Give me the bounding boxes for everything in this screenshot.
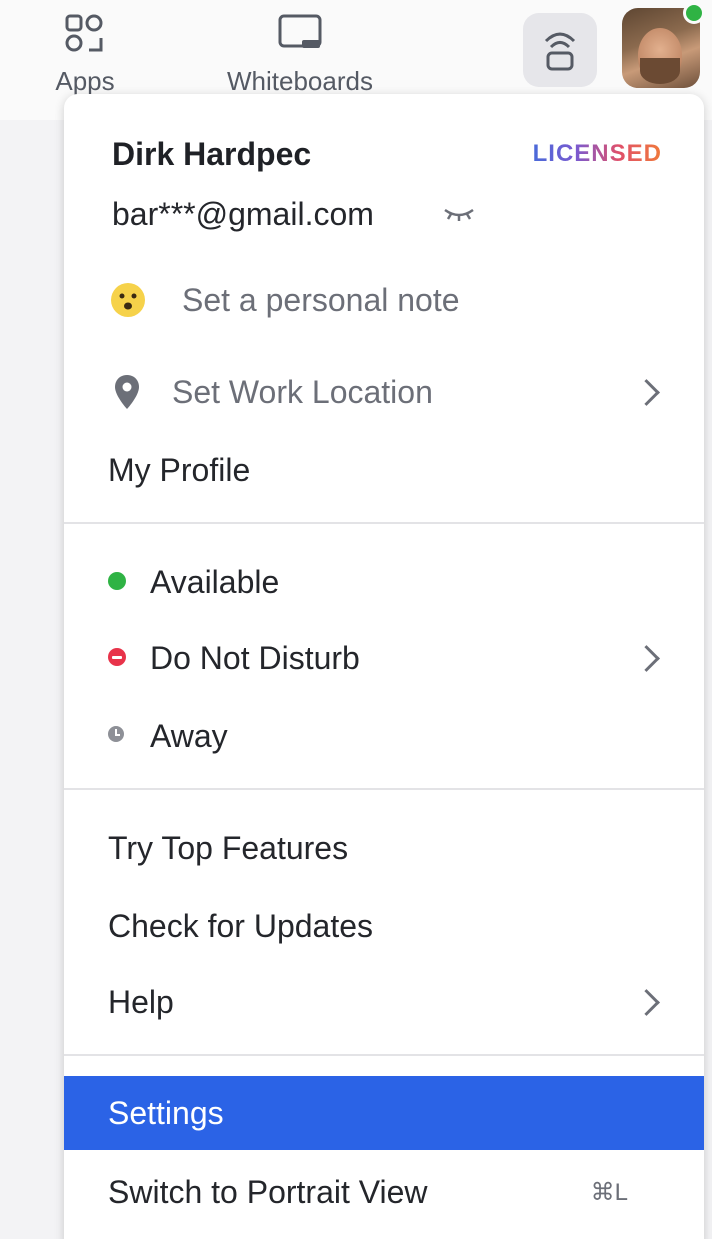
check-updates-label: Check for Updates xyxy=(108,907,374,944)
personal-note-item[interactable]: Set a personal note xyxy=(64,270,704,330)
work-location-item[interactable]: Set Work Location xyxy=(64,362,704,422)
profile-email-row: bar***@gmail.com xyxy=(64,190,704,238)
help-label: Help xyxy=(108,983,174,1020)
try-top-features-item[interactable]: Try Top Features xyxy=(64,820,704,876)
profile-dropdown-menu: Dirk Hardpec LICENSED bar***@gmail.com S… xyxy=(64,94,704,1239)
divider xyxy=(64,522,704,524)
status-away-label: Away xyxy=(150,717,228,754)
location-pin-icon xyxy=(115,375,139,409)
profile-email: bar***@gmail.com xyxy=(112,195,374,232)
status-dnd-label: Do Not Disturb xyxy=(150,639,360,676)
status-away-item[interactable]: Away xyxy=(64,708,704,764)
check-updates-item[interactable]: Check for Updates xyxy=(64,898,704,954)
status-away-icon xyxy=(108,726,124,742)
portrait-view-label: Switch to Portrait View xyxy=(108,1173,428,1210)
portrait-view-item[interactable]: Switch to Portrait View ⌘L xyxy=(64,1160,704,1224)
divider xyxy=(64,1054,704,1056)
personal-note-label: Set a personal note xyxy=(182,281,460,318)
try-top-features-label: Try Top Features xyxy=(108,829,349,866)
apps-icon xyxy=(65,14,103,52)
eye-closed-icon[interactable] xyxy=(442,204,476,224)
divider xyxy=(64,788,704,790)
whiteboards-label: Whiteboards xyxy=(227,66,373,96)
settings-item[interactable]: Settings xyxy=(64,1076,704,1150)
avatar-beard xyxy=(640,58,680,84)
status-dnd-item[interactable]: Do Not Disturb xyxy=(64,630,704,686)
chevron-right-icon xyxy=(633,988,660,1016)
apps-tab[interactable]: Apps xyxy=(40,12,130,97)
help-item[interactable]: Help xyxy=(64,974,704,1030)
presence-indicator xyxy=(683,2,705,24)
portrait-view-shortcut: ⌘L xyxy=(590,1178,628,1206)
license-badge: LICENSED xyxy=(532,140,662,167)
my-profile-label: My Profile xyxy=(108,451,251,488)
remote-control-icon xyxy=(544,32,576,71)
status-available-item[interactable]: Available xyxy=(64,554,704,610)
whiteboards-tab[interactable]: Whiteboards xyxy=(205,12,395,97)
status-available-icon xyxy=(108,572,126,590)
my-profile-item[interactable]: My Profile xyxy=(64,442,704,498)
status-available-label: Available xyxy=(150,563,280,600)
settings-label: Settings xyxy=(108,1094,224,1131)
emoji-icon xyxy=(111,283,145,317)
app-window: Apps Whiteboards Dirk Hardpec LICENSED b… xyxy=(0,0,712,1239)
apps-label: Apps xyxy=(55,66,115,96)
chevron-right-icon xyxy=(633,378,660,406)
remote-control-button[interactable] xyxy=(523,13,597,87)
status-dnd-icon xyxy=(108,648,126,666)
chevron-right-icon xyxy=(633,644,660,672)
profile-name: Dirk Hardpec xyxy=(112,135,312,172)
whiteboard-icon xyxy=(278,14,322,48)
work-location-label: Set Work Location xyxy=(172,373,433,410)
